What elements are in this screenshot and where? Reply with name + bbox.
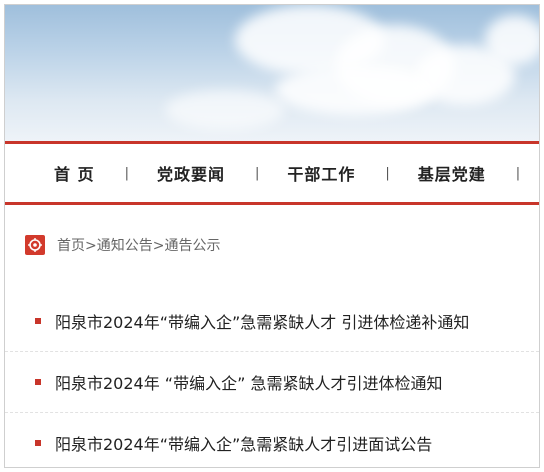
nav-separator: | [124, 165, 129, 181]
nav-item-cadre[interactable]: 干部工作 [287, 161, 355, 185]
nav-item-party-building[interactable]: 基层党建 [418, 161, 486, 185]
list-item-title[interactable]: 阳泉市2024年“带编入企”急需紧缺人才引进面试公告 [55, 431, 432, 455]
nav-item-news[interactable]: 党政要闻 [157, 161, 225, 185]
breadcrumb-text[interactable]: 首页>通知公告>通告公示 [57, 235, 220, 255]
list-item-title[interactable]: 阳泉市2024年“带编入企”急需紧缺人才 引进体检递补通知 [55, 309, 469, 333]
bullet-icon [35, 318, 41, 324]
list-item-title[interactable]: 阳泉市2024年 “带编入企” 急需紧缺人才引进体检通知 [55, 370, 442, 394]
list-item[interactable]: 阳泉市2024年“带编入企”急需紧缺人才 引进体检递补通知 [5, 291, 539, 351]
breadcrumb: 首页>通知公告>通告公示 [25, 234, 220, 256]
bullet-icon [35, 440, 41, 446]
list-item[interactable]: 阳泉市2024年“带编入企”急需紧缺人才引进面试公告 [5, 412, 539, 467]
main-nav: 首 页 | 党政要闻 | 干部工作 | 基层党建 | [5, 144, 539, 202]
page-frame: 首 页 | 党政要闻 | 干部工作 | 基层党建 | 首页>通知公告>通告公示 … [4, 4, 540, 468]
nav-divider [5, 202, 539, 205]
nav-item-home[interactable]: 首 页 [54, 161, 95, 185]
list-item[interactable]: 阳泉市2024年 “带编入企” 急需紧缺人才引进体检通知 [5, 351, 539, 412]
nav-separator: | [254, 165, 260, 181]
nav-separator: | [385, 165, 390, 181]
nav-separator: | [515, 165, 521, 181]
notice-list: 阳泉市2024年“带编入企”急需紧缺人才 引进体检递补通知 阳泉市2024年 “… [5, 291, 539, 467]
bullet-icon [35, 379, 41, 385]
location-icon [25, 235, 45, 255]
header-banner [5, 5, 539, 141]
